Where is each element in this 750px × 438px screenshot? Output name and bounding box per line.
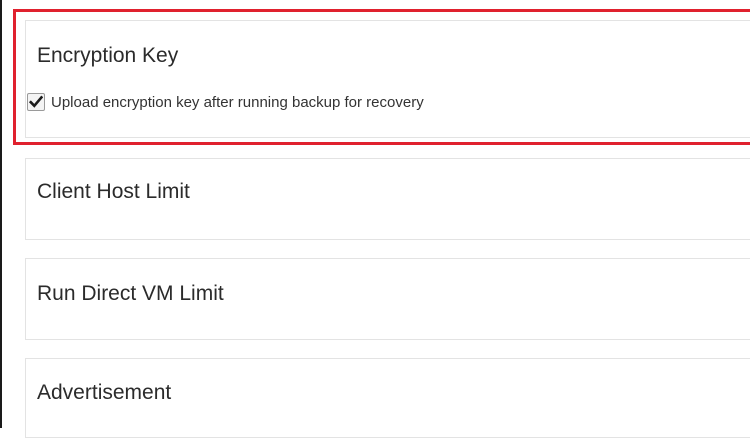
upload-encryption-key-option[interactable]: Upload encryption key after running back…	[27, 93, 424, 111]
checkmark-icon	[29, 95, 43, 108]
advertisement-panel: Advertisement	[25, 358, 750, 438]
encryption-key-panel: Encryption Key	[25, 20, 750, 138]
encryption-key-title: Encryption Key	[37, 44, 179, 67]
upload-encryption-key-label: Upload encryption key after running back…	[51, 93, 424, 111]
advertisement-title: Advertisement	[37, 381, 172, 404]
run-direct-vm-limit-title: Run Direct VM Limit	[37, 282, 224, 305]
upload-encryption-key-checkbox[interactable]	[27, 93, 45, 111]
client-host-limit-panel: Client Host Limit	[25, 158, 750, 240]
run-direct-vm-limit-panel: Run Direct VM Limit	[25, 258, 750, 340]
window-left-border	[0, 0, 2, 428]
client-host-limit-title: Client Host Limit	[37, 180, 190, 203]
